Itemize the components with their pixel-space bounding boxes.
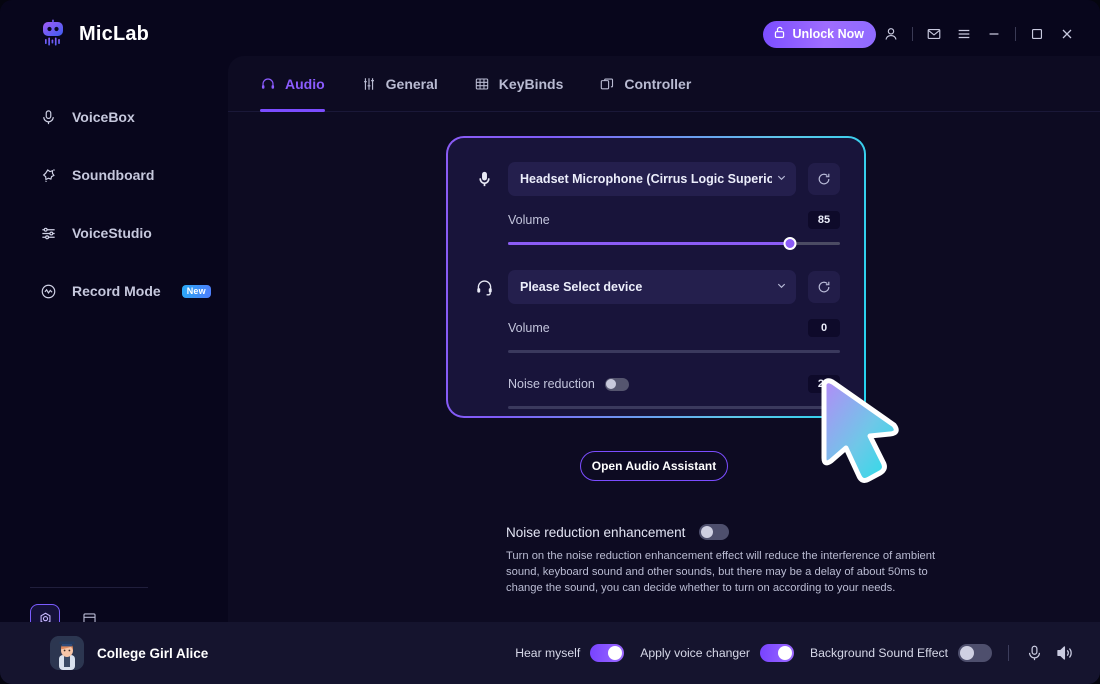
background-sound-effect-toggle[interactable] [958,644,992,662]
window-controls: Unlock Now [763,19,1082,49]
maximize-icon[interactable] [1022,19,1052,49]
microphone-volume-control: Volume 85 [472,210,840,250]
bottom-bar: College Girl Alice Hear myself Apply voi… [0,622,1100,684]
divider [1008,645,1009,661]
content-panel: Audio General KeyBinds Controller Headse… [228,56,1100,622]
microphone-refresh-button[interactable] [808,163,840,195]
speaker-volume-control: Volume 0 [472,318,840,356]
sidebar-item-label: Record Mode [72,283,161,299]
new-badge: New [181,284,211,298]
microphone-device-value: Headset Microphone (Cirrus Logic Superio… [520,172,772,186]
sidebar-item-label: Soundboard [72,167,155,183]
speaker-volume-label: Volume [508,321,550,335]
speaker-volume-value: 0 [808,319,840,337]
noise-reduction-enhancement-label: Noise reduction enhancement [506,524,686,540]
tab-label: Audio [285,75,325,92]
microphone-icon [38,107,58,127]
microphone-volume-slider[interactable] [508,237,840,250]
speaker-refresh-button[interactable] [808,271,840,303]
microphone-icon [472,170,496,189]
account-icon[interactable] [876,19,906,49]
noise-reduction-enhancement-description: Turn on the noise reduction enhancement … [506,550,936,594]
waveform-circle-icon [38,281,58,301]
avatar [50,636,84,670]
speaker-volume-slider[interactable] [508,346,840,356]
minimize-icon[interactable] [979,19,1009,49]
sidebar-item-record-mode[interactable]: Record Mode New [0,272,228,310]
sliders-icon [361,76,377,92]
mail-icon[interactable] [919,19,949,49]
windows-icon [599,76,615,92]
tab-label: General [385,75,438,92]
microphone-volume-label: Volume [508,213,550,227]
sidebar-item-soundboard[interactable]: Soundboard [0,156,228,194]
apply-voice-changer-label: Apply voice changer [640,646,750,660]
speaker-device-row: Please Select device [472,270,840,304]
sliders-icon [38,223,58,243]
tab-label: Controller [624,75,692,92]
sidebar-nav: VoiceBox Soundboard VoiceStudio Record M… [0,98,228,310]
open-audio-assistant-button[interactable]: Open Audio Assistant [580,451,728,481]
noise-reduction-slider[interactable] [508,402,840,412]
current-voice[interactable]: College Girl Alice [50,636,208,670]
noise-reduction-toggle[interactable] [604,377,629,391]
title-bar: MicLab Unlock Now [0,0,1100,68]
chevron-down-icon [776,280,787,294]
apply-voice-changer-toggle[interactable] [760,644,794,662]
sidebar-item-label: VoiceBox [72,109,135,125]
tab-label: KeyBinds [498,75,564,92]
microphone-device-row: Headset Microphone (Cirrus Logic Superio… [472,162,840,196]
divider [912,27,913,41]
audio-device-card: Headset Microphone (Cirrus Logic Superio… [446,136,866,418]
menu-icon[interactable] [949,19,979,49]
chevron-down-icon [776,172,787,186]
sidebar-item-label: VoiceStudio [72,225,152,241]
slider-thumb[interactable] [783,237,797,250]
sparkle-star-icon [38,165,58,185]
sidebar-item-voicestudio[interactable]: VoiceStudio [0,214,228,252]
unlock-now-label: Unlock Now [792,27,864,41]
speaker-device-value: Please Select device [520,280,643,294]
divider [30,587,148,588]
noise-reduction-control: Noise reduction 25 [472,374,840,412]
grid-icon [474,76,490,92]
microphone-device-select[interactable]: Headset Microphone (Cirrus Logic Superio… [508,162,796,196]
divider [1015,27,1016,41]
noise-reduction-enhancement-section: Noise reduction enhancement Turn on the … [506,524,936,597]
noise-reduction-value: 25 [808,375,840,393]
unlock-icon [773,26,786,42]
speaker-device-select[interactable]: Please Select device [508,270,796,304]
microphone-icon[interactable] [1025,644,1044,663]
headset-icon [260,76,276,92]
headset-icon [472,278,496,297]
background-sound-effect-label: Background Sound Effect [810,646,948,660]
unlock-now-button[interactable]: Unlock Now [763,20,876,48]
hear-myself-toggle[interactable] [590,644,625,662]
robot-logo-icon [38,19,68,49]
brand: MicLab [38,19,149,49]
app-title: MicLab [79,22,150,45]
microphone-volume-value: 85 [808,211,840,229]
sidebar: VoiceBox Soundboard VoiceStudio Record M… [0,68,228,684]
bottom-controls: Hear myself Apply voice changer Backgrou… [515,643,1074,663]
voice-name: College Girl Alice [97,645,209,661]
close-icon[interactable] [1052,19,1082,49]
hear-myself-label: Hear myself [515,646,581,660]
noise-reduction-label: Noise reduction [508,377,595,391]
sidebar-item-voicebox[interactable]: VoiceBox [0,98,228,136]
speaker-icon[interactable] [1054,643,1074,663]
noise-reduction-enhancement-toggle[interactable] [699,524,730,540]
miclab-window: MicLab Unlock Now VoiceBox Soundboard Vo… [0,0,1100,684]
